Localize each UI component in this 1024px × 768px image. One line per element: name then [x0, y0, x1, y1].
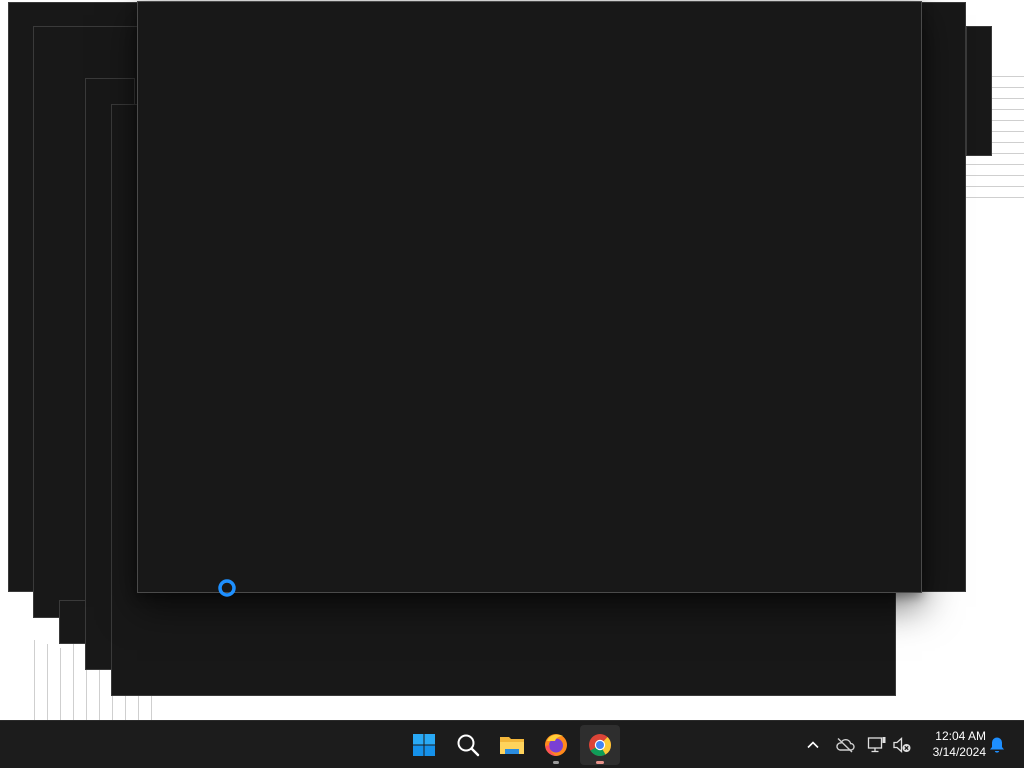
onedrive-offline-icon	[836, 737, 855, 753]
clock-time: 12:04 AM	[935, 729, 986, 743]
trail-line	[992, 120, 1024, 121]
ghost-window	[966, 26, 992, 156]
clock-date: 3/14/2024	[932, 745, 986, 759]
network-disconnected-icon	[867, 737, 886, 753]
running-indicator	[596, 761, 604, 764]
volume-muted-icon	[893, 737, 911, 753]
trail-line	[992, 109, 1024, 110]
onedrive-button[interactable]	[833, 733, 857, 757]
chrome-button[interactable]	[580, 725, 620, 765]
firefox-button[interactable]	[536, 725, 576, 765]
trail-line	[992, 76, 1024, 77]
show-hidden-icons-button[interactable]	[801, 733, 825, 757]
trail-line	[992, 98, 1024, 99]
notifications-button[interactable]	[985, 733, 1009, 757]
trail-line	[60, 648, 61, 720]
trail-line	[34, 640, 35, 720]
busy-cursor-icon	[218, 579, 236, 597]
windows-start-icon	[413, 734, 435, 756]
notification-bell-icon	[990, 737, 1004, 753]
search-button[interactable]	[448, 725, 488, 765]
trail-line	[47, 644, 48, 720]
folder-icon	[500, 737, 524, 754]
taskbar: 12:04 AM 3/14/2024	[0, 720, 1024, 768]
app-window[interactable]	[137, 1, 922, 593]
file-explorer-button[interactable]	[492, 725, 532, 765]
clock[interactable]: 12:04 AM 3/14/2024	[920, 728, 986, 760]
desktop	[0, 0, 1024, 720]
start-button[interactable]	[404, 725, 444, 765]
search-icon	[457, 734, 480, 757]
network-button[interactable]	[865, 733, 889, 757]
trail-line	[992, 131, 1024, 132]
running-indicator	[553, 761, 559, 764]
firefox-icon	[545, 734, 567, 756]
chrome-icon	[589, 734, 611, 756]
volume-button[interactable]	[890, 733, 914, 757]
trail-line	[992, 87, 1024, 88]
chevron-up-icon	[807, 741, 819, 749]
trail-line	[73, 640, 74, 720]
